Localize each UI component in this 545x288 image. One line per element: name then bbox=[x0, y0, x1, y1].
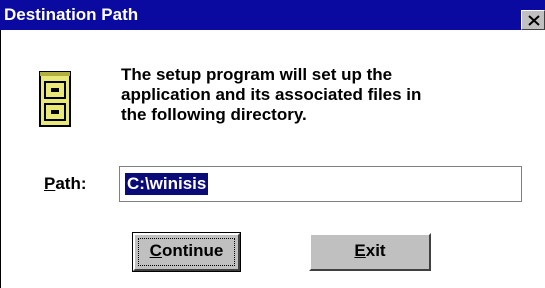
title-bar[interactable]: Destination Path bbox=[0, 0, 545, 30]
path-input[interactable]: C:\winisis bbox=[119, 166, 522, 202]
file-cabinet-icon bbox=[39, 71, 71, 127]
continue-mnemonic: C bbox=[149, 241, 162, 260]
path-input-value: C:\winisis bbox=[125, 173, 209, 195]
path-label-mnemonic: P bbox=[44, 174, 56, 193]
window-title: Destination Path bbox=[4, 5, 139, 24]
exit-button-label: Exit bbox=[354, 241, 385, 260]
message-line: application and its associated files in bbox=[121, 85, 422, 104]
close-icon bbox=[528, 15, 540, 26]
message-line: the following directory. bbox=[121, 105, 307, 124]
exit-button[interactable]: Exit bbox=[309, 233, 431, 271]
continue-button[interactable]: Continue bbox=[132, 232, 241, 272]
setup-dialog: Destination Path The setup program will … bbox=[0, 0, 545, 288]
message-line: The setup program will set up the bbox=[121, 65, 393, 84]
continue-button-label: Continue bbox=[150, 241, 224, 260]
exit-label-rest: xit bbox=[365, 241, 386, 260]
window-border bbox=[0, 30, 1, 288]
path-label-text: ath: bbox=[55, 174, 87, 193]
close-button[interactable] bbox=[521, 10, 545, 30]
path-label: Path: bbox=[44, 174, 87, 194]
continue-label-rest: ontinue bbox=[161, 241, 224, 260]
setup-message: The setup program will set up the applic… bbox=[121, 65, 531, 125]
exit-mnemonic: E bbox=[354, 241, 366, 260]
